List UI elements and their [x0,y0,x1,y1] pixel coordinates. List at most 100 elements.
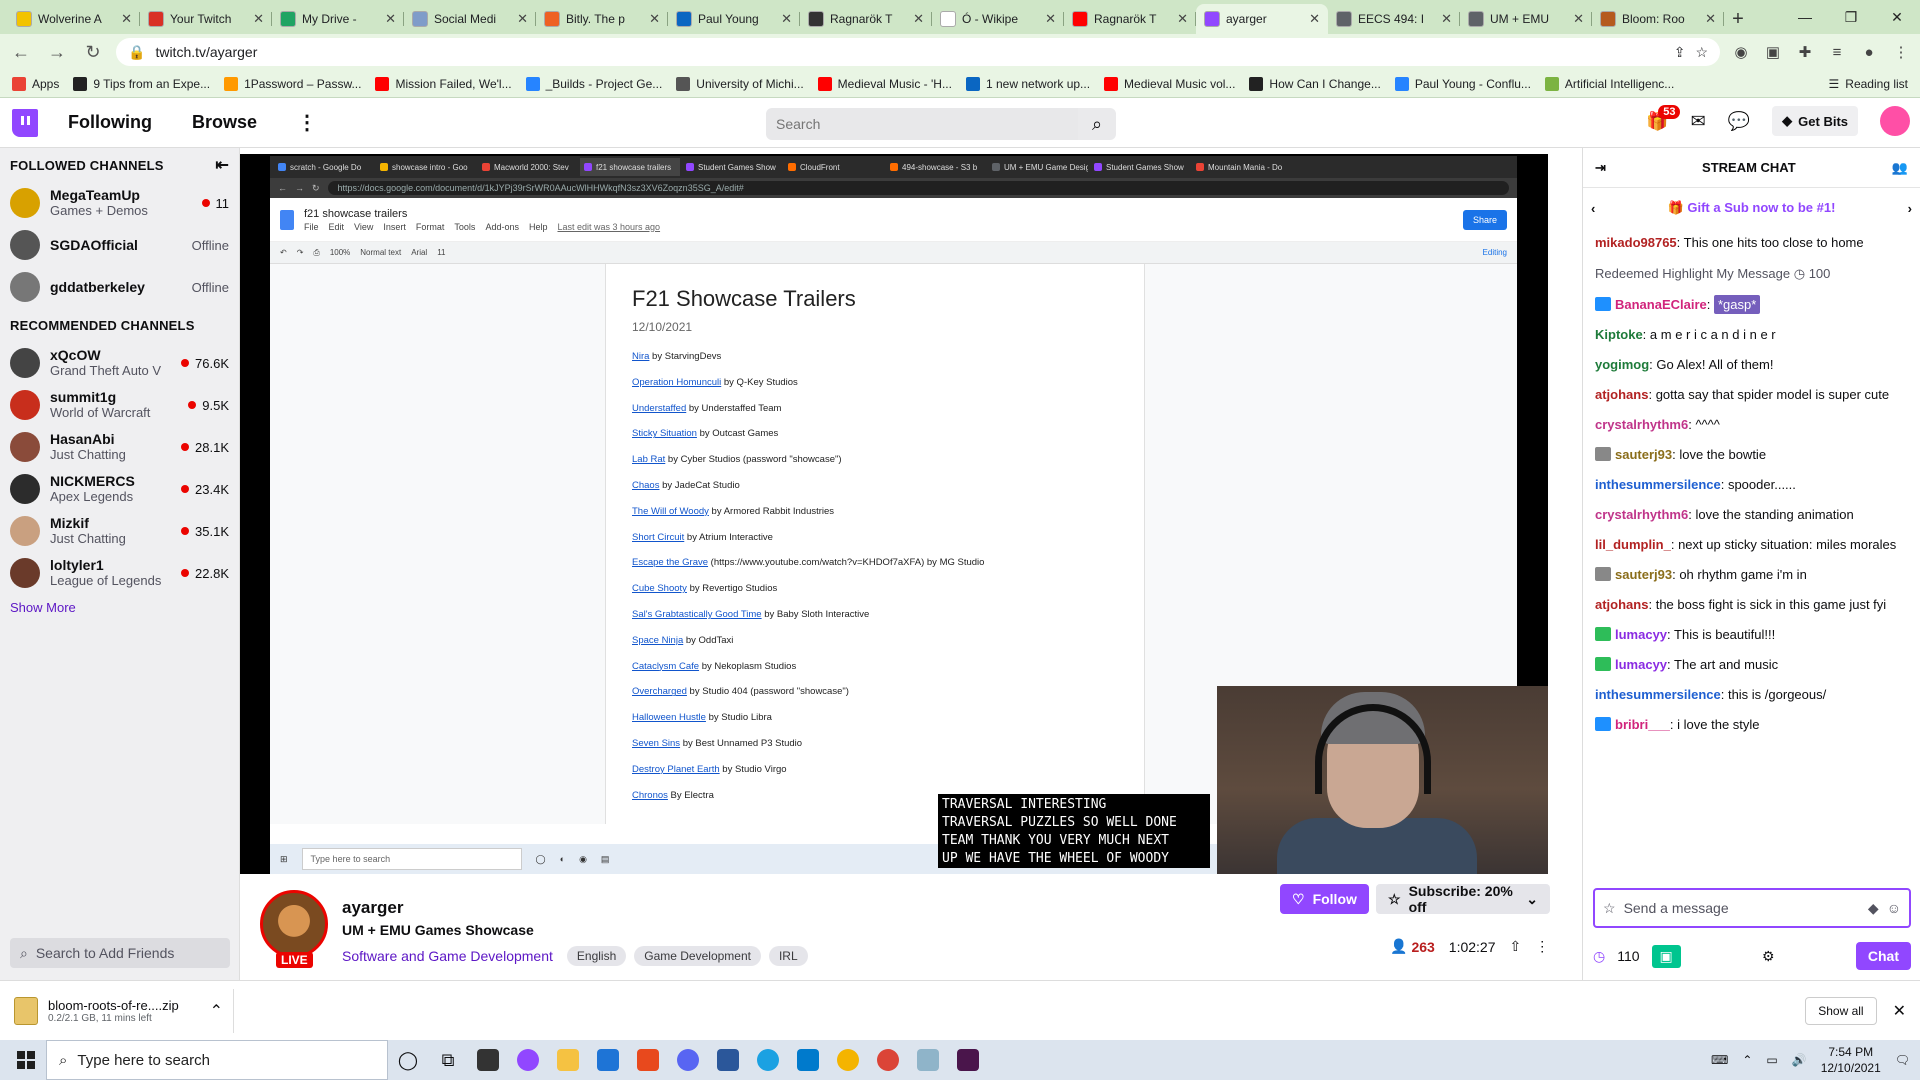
app-icon[interactable] [908,1040,948,1080]
browser-tab[interactable]: ayarger ✕ [1196,4,1328,34]
browser-tab[interactable]: Paul Young ✕ [668,4,800,34]
chat-send-button[interactable]: Chat [1855,942,1911,970]
twitch-app-icon[interactable] [508,1040,548,1080]
store-icon[interactable] [468,1040,508,1080]
bookmark-item[interactable]: Medieval Music vol... [1104,76,1235,91]
bookmark-item[interactable]: 1Password – Passw... [224,76,361,91]
browser-tab[interactable]: Ó - Wikipe ✕ [932,4,1064,34]
recommended-channel[interactable]: HasanAbi Just Chatting 28.1K [0,426,239,468]
chevron-left-icon[interactable]: ‹ [1591,201,1595,216]
word-icon[interactable] [708,1040,748,1080]
recommended-channel[interactable]: Mizkif Just Chatting 35.1K [0,510,239,552]
browser-tab[interactable]: Your Twitch ✕ [140,4,272,34]
subscribe-button[interactable]: ☆ Subscribe: 20% off ⌄ [1376,883,1550,915]
extension-icon[interactable]: ▣ [1762,41,1784,63]
close-icon[interactable]: ✕ [517,11,528,27]
chat-input[interactable]: ☆ Send a message ◆ ☺ [1593,888,1911,928]
recommended-channel[interactable]: summit1g World of Warcraft 9.5K [0,384,239,426]
star-icon[interactable]: ☆ [1603,900,1616,917]
followed-channel[interactable]: gddatberkeley Offline [0,266,239,308]
search-icon[interactable]: ⌕ [1078,108,1116,140]
user-avatar[interactable] [1880,106,1910,136]
bookmark-item[interactable]: Artificial Intelligenc... [1544,76,1674,91]
browser-tab[interactable]: Bitly. The p ✕ [536,4,668,34]
browser-tab[interactable]: My Drive - ✕ [272,4,404,34]
bookmark-item[interactable]: 1 new network up... [965,76,1090,91]
close-icon[interactable]: ✕ [1573,11,1584,27]
stream-tag[interactable]: IRL [768,946,808,966]
chat-username[interactable]: mikado98765 [1595,235,1677,250]
media-icon[interactable]: ≡ [1826,41,1848,63]
follow-button[interactable]: ♡ Follow [1280,884,1369,914]
collapse-icon[interactable]: ⇤ [215,155,229,175]
bookmark-item[interactable]: University of Michi... [676,76,804,91]
chat-username[interactable]: inthesummersilence [1595,687,1721,702]
close-icon[interactable]: ✕ [1309,11,1320,27]
reward-icon[interactable]: ▣ [1651,944,1681,968]
forward-icon[interactable]: → [44,39,70,65]
recommended-channel[interactable]: xQcOW Grand Theft Auto V 76.6K [0,342,239,384]
download-item[interactable]: bloom-roots-of-re....zip 0.2/2.1 GB, 11 … [14,988,234,1033]
nav-following[interactable]: Following [68,112,152,133]
chevron-right-icon[interactable]: › [1908,201,1912,216]
close-icon[interactable]: ✕ [781,11,792,27]
chat-username[interactable]: sauterj93 [1615,567,1672,582]
bookmark-item[interactable]: Medieval Music - 'H... [817,76,952,91]
share-icon[interactable]: ⇧ [1510,938,1522,955]
chat-username[interactable]: sauterj93 [1615,447,1672,462]
chat-username[interactable]: inthesummersilence [1595,477,1721,492]
windows-start-icon[interactable] [6,1040,46,1080]
browser-tab[interactable]: Ragnarök T ✕ [800,4,932,34]
browser-tab[interactable]: Ragnarök T ✕ [1064,4,1196,34]
followed-channel[interactable]: SGDAOfficial Offline [0,224,239,266]
new-tab-icon[interactable]: + [1724,4,1752,34]
address-bar[interactable]: 🔒 twitch.tv/ayarger ⇪ ☆ [116,38,1720,66]
bits-icon[interactable]: ◆ [1868,900,1879,917]
office-icon[interactable] [628,1040,668,1080]
recommended-channel[interactable]: NICKMERCS Apex Legends 23.4K [0,468,239,510]
chat-username[interactable]: lil_dumplin_ [1595,537,1671,552]
channel-name[interactable]: ayarger [342,898,403,918]
back-icon[interactable]: ← [8,39,34,65]
puzzle-icon[interactable]: ✚ [1794,41,1816,63]
close-icon[interactable]: ✕ [649,11,660,27]
network-icon[interactable]: ▭ [1766,1053,1777,1067]
whispers-icon[interactable]: 💬 [1728,111,1750,132]
mail-icon[interactable] [588,1040,628,1080]
volume-icon[interactable]: 🔊 [1792,1053,1807,1067]
close-icon[interactable]: ✕ [121,11,132,27]
users-icon[interactable]: 👥 [1892,160,1908,176]
close-icon[interactable]: ✕ [253,11,264,27]
notifications-icon[interactable]: 🎁 53 [1646,104,1681,132]
stream-tag[interactable]: Game Development [634,946,761,966]
twitch-logo[interactable] [12,108,38,137]
browser-tab[interactable]: Social Medi ✕ [404,4,536,34]
chat-username[interactable]: yogimog [1595,357,1649,372]
search-input[interactable] [766,108,1078,140]
emote-icon[interactable]: ☺ [1887,900,1901,916]
minimize-icon[interactable]: — [1782,0,1828,34]
close-icon[interactable]: ✕ [1705,11,1716,27]
chat-username[interactable]: Kiptoke [1595,327,1643,342]
file-explorer-icon[interactable] [548,1040,588,1080]
task-view-icon[interactable]: ⧉ [428,1040,468,1080]
bookmark-item[interactable]: Mission Failed, We'l... [375,76,512,91]
chat-username[interactable]: crystalrhythm6 [1595,417,1688,432]
show-all-button[interactable]: Show all [1805,996,1877,1025]
menu-icon[interactable]: ⋮ [1890,41,1912,63]
close-icon[interactable]: ✕ [913,11,924,27]
chat-username[interactable]: BananaEClaire [1615,297,1707,312]
extension-icon[interactable]: ◉ [1730,41,1752,63]
cortana-icon[interactable]: ◯ [388,1040,428,1080]
more-icon[interactable]: ⋮ [297,110,317,135]
show-more-link[interactable]: Show More [0,594,239,621]
collapse-chat-icon[interactable]: ⇥ [1595,160,1606,176]
friends-search[interactable]: ⌕ Search to Add Friends [10,938,230,968]
browser-tab[interactable]: Bloom: Roo ✕ [1592,4,1724,34]
reading-list[interactable]: ☰ Reading list [1829,77,1908,91]
browser-tab[interactable]: UM + EMU ✕ [1460,4,1592,34]
close-icon[interactable]: ✕ [1177,11,1188,27]
stream-category[interactable]: Software and Game Development [342,948,553,964]
followed-channel[interactable]: MegaTeamUp Games + Demos 11 [0,182,239,224]
chat-username[interactable]: atjohans [1595,387,1648,402]
